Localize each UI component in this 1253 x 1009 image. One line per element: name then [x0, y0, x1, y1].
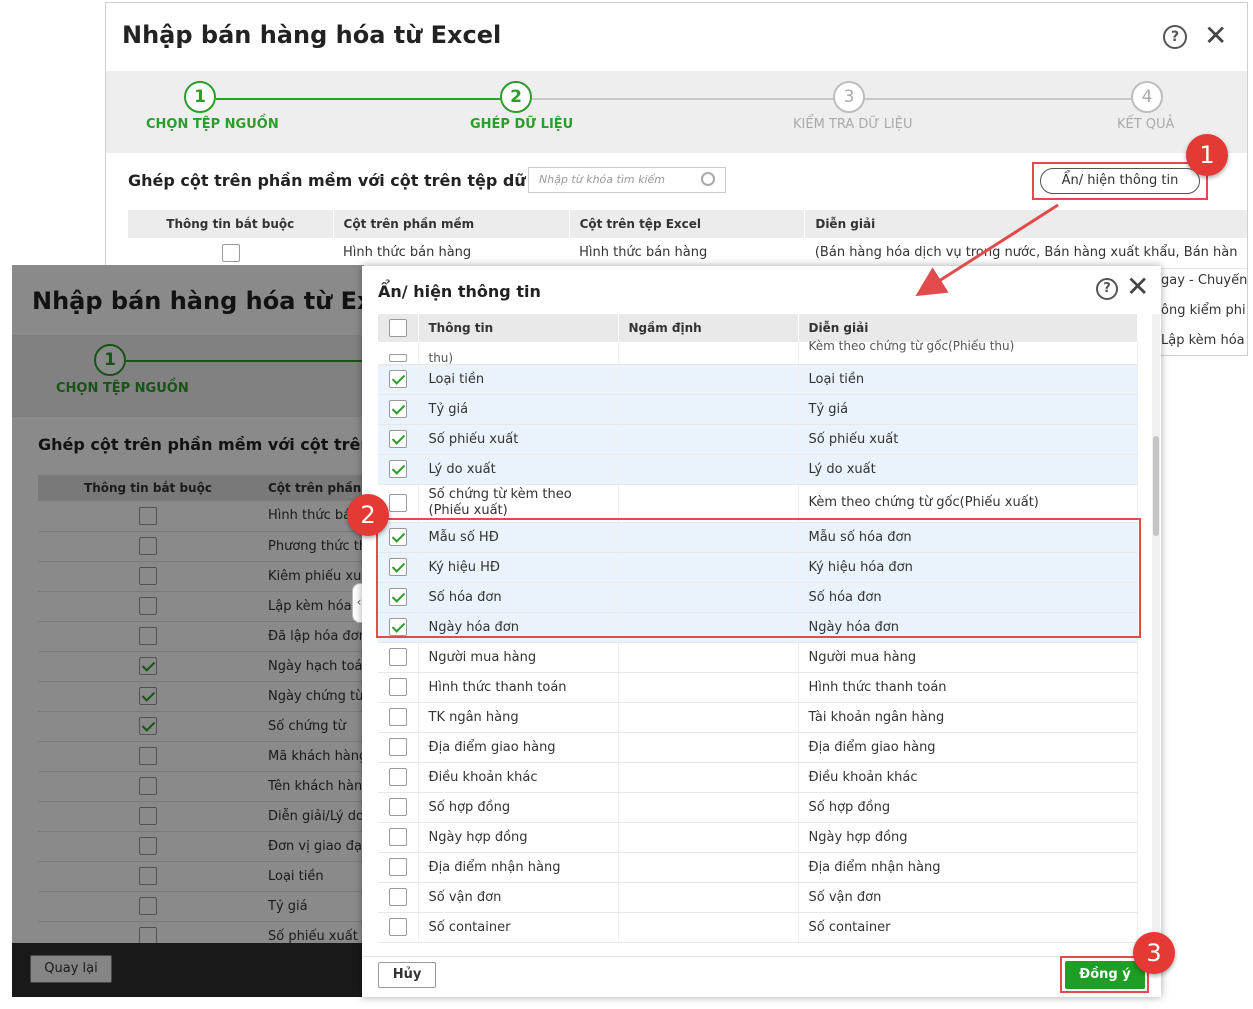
- callout-badge: 2: [347, 494, 389, 536]
- callout-badge: 1: [1186, 134, 1228, 176]
- pointer-arrow-icon: [915, 203, 1059, 297]
- callout-badge: 3: [1133, 932, 1175, 974]
